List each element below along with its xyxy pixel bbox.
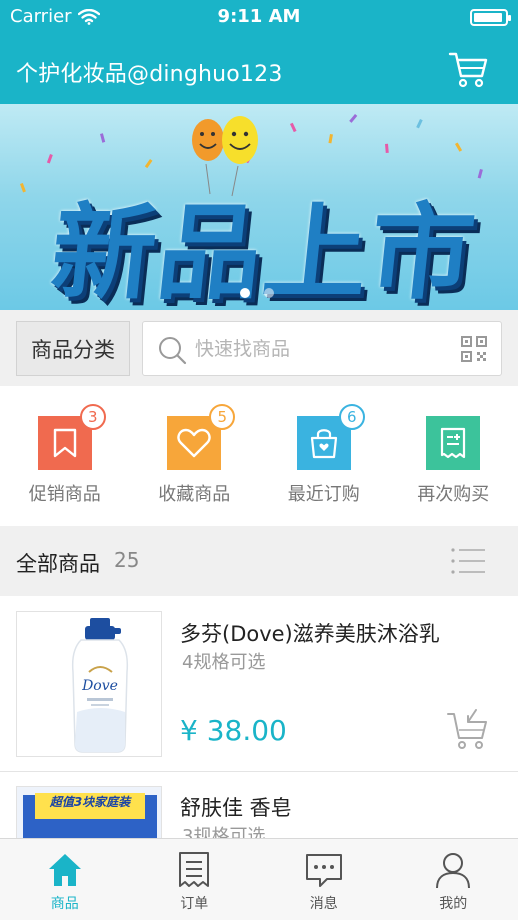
message-icon (305, 854, 342, 887)
svg-text:Dove: Dove (81, 678, 118, 694)
carousel-dot[interactable] (264, 288, 274, 298)
profile-icon (436, 853, 471, 889)
battery-icon (470, 9, 511, 26)
product-image[interactable]: Dove (16, 611, 162, 757)
tab-label: 消息 (309, 896, 338, 912)
search-box[interactable] (142, 321, 502, 376)
product-name[interactable]: 舒肤佳 香皂 (180, 792, 292, 822)
tab-messages[interactable]: 消息 (259, 839, 389, 920)
heart-icon: 5 (167, 404, 236, 470)
quick-link-promotions[interactable]: 3 促销商品 (0, 386, 130, 526)
page-title: 个护化妆品@dinghuo123 (16, 62, 283, 87)
product-count: 25 (114, 548, 140, 572)
search-icon (159, 337, 187, 365)
promo-label: 超值3块家庭装 (35, 793, 145, 811)
carousel-indicator[interactable] (240, 288, 274, 298)
quick-link-favorites[interactable]: 5 收藏商品 (130, 386, 260, 526)
quick-link-label: 最近订购 (287, 484, 360, 505)
category-button[interactable]: 商品分类 (16, 321, 130, 376)
cart-icon[interactable] (448, 50, 488, 88)
quick-link-buy-again[interactable]: 再次购买 (389, 386, 518, 526)
tab-profile[interactable]: 我的 (389, 839, 518, 920)
tab-bar: 商品 订单 消息 我的 (0, 838, 518, 920)
section-title: 全部商品 (16, 552, 100, 576)
add-to-cart-icon[interactable] (446, 708, 490, 750)
tab-label: 商品 (50, 896, 79, 912)
home-icon (48, 854, 81, 886)
promo-banner[interactable]: 新品上市 (0, 104, 518, 310)
order-icon (179, 852, 210, 887)
search-bar: 商品分类 (0, 310, 518, 386)
count-badge: 5 (209, 404, 236, 430)
quick-link-label: 收藏商品 (158, 484, 231, 505)
bookmark-icon: 3 (37, 404, 106, 470)
tab-products[interactable]: 商品 (0, 839, 130, 920)
navigation-bar: 个护化妆品@dinghuo123 (0, 36, 518, 104)
quick-links: 3 促销商品 5 收藏商品 6 最近订购 再次购买 (0, 386, 518, 526)
quick-link-label: 再次购买 (417, 484, 490, 505)
list-view-icon[interactable] (450, 546, 486, 576)
carousel-dot[interactable] (240, 288, 250, 298)
receipt-icon (426, 416, 481, 470)
quick-link-recent-orders[interactable]: 6 最近订购 (259, 386, 389, 526)
product-price: ¥ 38.00 (180, 714, 287, 747)
product-item[interactable]: Dove 多芬(Dove)滋养美肤沐浴乳 4规格可选 ¥ 38.00 (0, 596, 518, 772)
status-bar: Carrier 9:11 AM (0, 0, 518, 36)
count-badge: 6 (338, 404, 365, 430)
product-name[interactable]: 多芬(Dove)滋养美肤沐浴乳 (180, 618, 440, 648)
qr-code-icon[interactable] (461, 336, 487, 362)
search-input[interactable] (195, 336, 445, 362)
count-badge: 3 (79, 404, 106, 430)
tab-label: 订单 (180, 896, 209, 912)
quick-link-label: 促销商品 (28, 484, 101, 505)
dove-bottle-image: Dove (71, 618, 129, 753)
shopping-bag-icon: 6 (296, 404, 365, 470)
tab-label: 我的 (439, 896, 468, 912)
status-time: 9:11 AM (217, 6, 301, 27)
product-section-header: 全部商品 25 (0, 526, 518, 596)
product-spec: 4规格可选 (182, 652, 266, 673)
tab-orders[interactable]: 订单 (130, 839, 260, 920)
